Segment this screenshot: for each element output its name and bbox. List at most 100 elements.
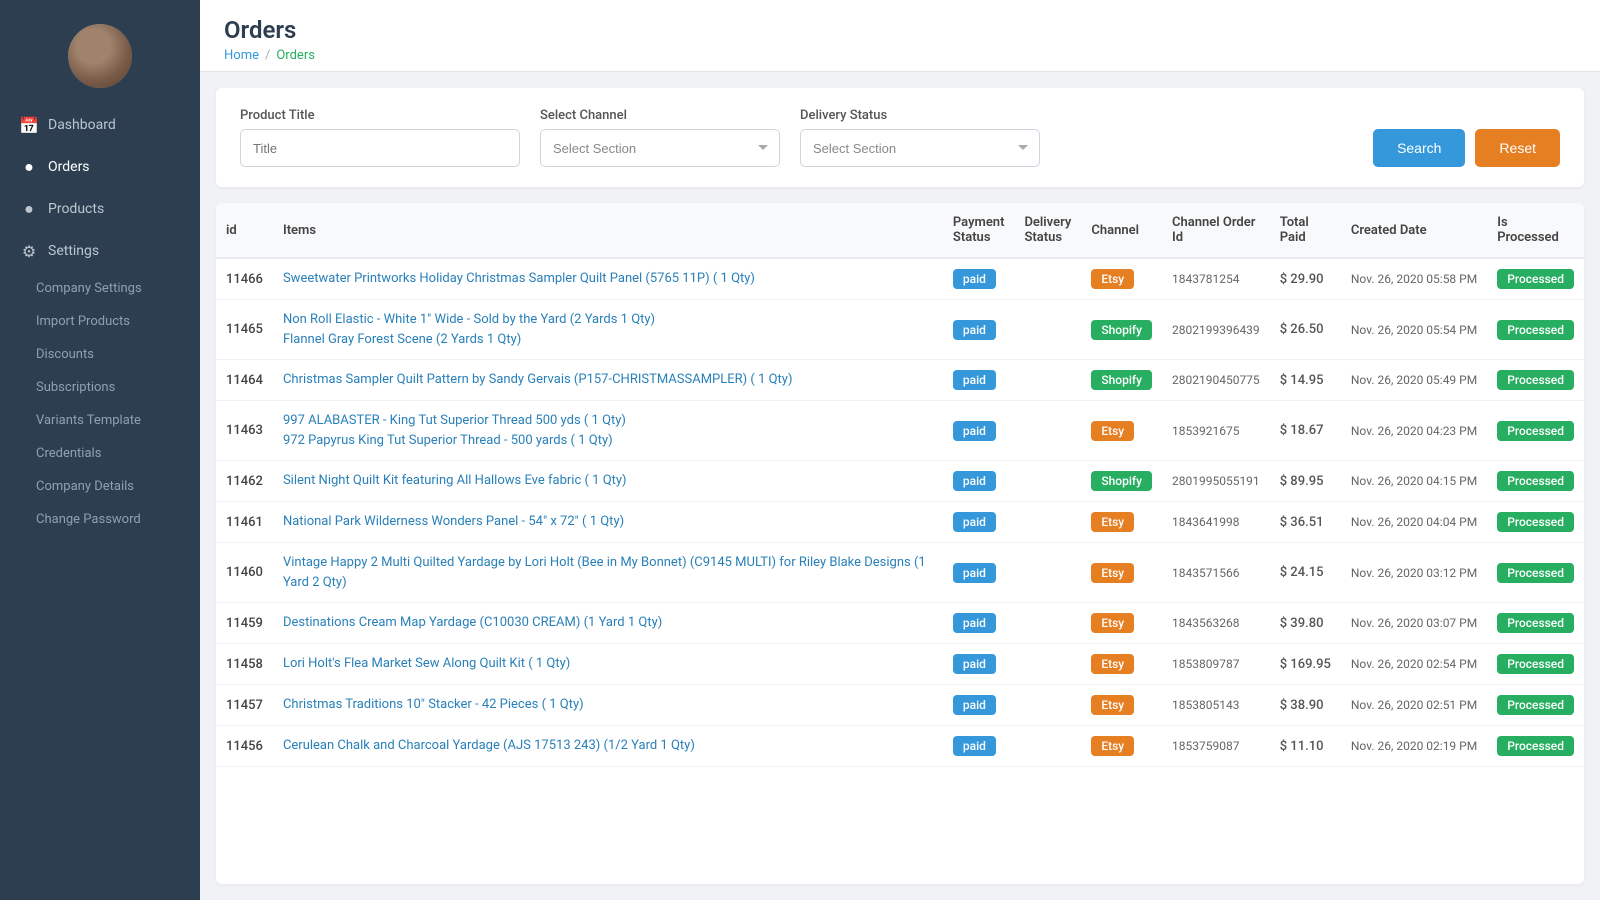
order-item-link[interactable]: Christmas Sampler Quilt Pattern by Sandy… [283,372,793,387]
channel-badge: Etsy [1091,654,1134,674]
order-item-link[interactable]: 972 Papyrus King Tut Superior Thread - 5… [283,433,613,448]
sidebar-item-products-label: Products [48,201,104,217]
payment-badge: paid [953,512,996,532]
order-item-link[interactable]: 997 ALABASTER - King Tut Superior Thread… [283,413,626,428]
breadcrumb-home[interactable]: Home [224,48,259,63]
sidebar-item-company-details[interactable]: Company Details [0,470,200,503]
channel-badge: Etsy [1091,695,1134,715]
reset-button[interactable]: Reset [1475,129,1560,167]
settings-icon: ⚙ [20,242,38,260]
cell-items: Cerulean Chalk and Charcoal Yardage (AJS… [273,726,943,767]
cell-created-date: Nov. 26, 2020 04:23 PM [1341,401,1487,461]
delivery-status-dropdown[interactable]: Select Section [800,129,1040,167]
cell-created-date: Nov. 26, 2020 04:04 PM [1341,502,1487,543]
order-item-link[interactable]: Vintage Happy 2 Multi Quilted Yardage by… [283,555,926,590]
filter-actions: Search Reset [1373,129,1560,167]
table-row: 11458 Lori Holt's Flea Market Sew Along … [216,644,1584,685]
product-title-input[interactable] [240,129,520,167]
order-item-link[interactable]: Cerulean Chalk and Charcoal Yardage (AJS… [283,738,695,753]
cell-total-paid: $ 26.50 [1270,300,1341,360]
order-item-link[interactable]: Christmas Traditions 10" Stacker - 42 Pi… [283,697,584,712]
cell-channel-order-id: 2802199396439 [1162,300,1270,360]
channel-badge: Etsy [1091,736,1134,756]
cell-payment-status: paid [943,258,1015,300]
sidebar-item-discounts[interactable]: Discounts [0,338,200,371]
cell-channel: Etsy [1081,685,1162,726]
payment-badge: paid [953,471,996,491]
sidebar-item-dashboard[interactable]: 📅 Dashboard [0,104,200,146]
table-row: 11461 National Park Wilderness Wonders P… [216,502,1584,543]
order-item-link[interactable]: Non Roll Elastic - White 1" Wide - Sold … [283,312,655,327]
table-row: 11466 Sweetwater Printworks Holiday Chri… [216,258,1584,300]
select-channel-dropdown[interactable]: Select Section [540,129,780,167]
select-channel-label: Select Channel [540,108,780,123]
cell-is-processed: Processed [1487,644,1584,685]
cell-total-paid: $ 11.10 [1270,726,1341,767]
order-item-link[interactable]: Flannel Gray Forest Scene (2 Yards 1 Qty… [283,332,521,347]
cell-channel-order-id: 1853759087 [1162,726,1270,767]
sidebar-item-credentials[interactable]: Credentials [0,437,200,470]
col-header-total-paid: TotalPaid [1270,203,1341,258]
cell-items: Sweetwater Printworks Holiday Christmas … [273,258,943,300]
payment-badge: paid [953,370,996,390]
orders-table-container: id Items PaymentStatus DeliveryStatus Ch… [216,203,1584,884]
sidebar-item-products[interactable]: ● Products [0,188,200,230]
order-item-link[interactable]: Destinations Cream Map Yardage (C10030 C… [283,615,662,630]
sidebar-item-settings[interactable]: ⚙ Settings [0,230,200,272]
search-button[interactable]: Search [1373,129,1465,167]
cell-channel-order-id: 1843571566 [1162,543,1270,603]
breadcrumb-current[interactable]: Orders [276,48,315,63]
cell-payment-status: paid [943,502,1015,543]
processed-badge: Processed [1497,471,1574,491]
cell-channel-order-id: 2801995055191 [1162,461,1270,502]
cell-id: 11462 [216,461,273,502]
sidebar-item-company-settings[interactable]: Company Settings [0,272,200,305]
cell-id: 11464 [216,360,273,401]
table-row: 11463 997 ALABASTER - King Tut Superior … [216,401,1584,461]
cell-delivery-status [1014,360,1081,401]
cell-id: 11457 [216,685,273,726]
processed-badge: Processed [1497,370,1574,390]
sidebar-item-import-products[interactable]: Import Products [0,305,200,338]
cell-channel: Etsy [1081,543,1162,603]
channel-badge: Etsy [1091,613,1134,633]
cell-total-paid: $ 38.90 [1270,685,1341,726]
table-body: 11466 Sweetwater Printworks Holiday Chri… [216,258,1584,767]
order-item-link[interactable]: Sweetwater Printworks Holiday Christmas … [283,271,755,286]
cell-delivery-status [1014,685,1081,726]
cell-created-date: Nov. 26, 2020 02:19 PM [1341,726,1487,767]
cell-is-processed: Processed [1487,401,1584,461]
cell-payment-status: paid [943,360,1015,401]
order-item-link[interactable]: Silent Night Quilt Kit featuring All Hal… [283,473,627,488]
processed-badge: Processed [1497,512,1574,532]
orders-icon: ● [20,158,38,176]
payment-badge: paid [953,654,996,674]
page-title: Orders [224,16,1576,44]
order-item-link[interactable]: National Park Wilderness Wonders Panel -… [283,514,624,529]
cell-id: 11466 [216,258,273,300]
cell-payment-status: paid [943,401,1015,461]
cell-total-paid: $ 89.95 [1270,461,1341,502]
cell-items: Non Roll Elastic - White 1" Wide - Sold … [273,300,943,360]
sidebar-item-settings-label: Settings [48,243,99,259]
cell-total-paid: $ 24.15 [1270,543,1341,603]
sidebar-nav: 📅 Dashboard ● Orders ● Products ⚙ Settin… [0,104,200,900]
cell-created-date: Nov. 26, 2020 02:54 PM [1341,644,1487,685]
table-row: 11462 Silent Night Quilt Kit featuring A… [216,461,1584,502]
cell-delivery-status [1014,502,1081,543]
cell-channel: Etsy [1081,603,1162,644]
table-header: id Items PaymentStatus DeliveryStatus Ch… [216,203,1584,258]
cell-delivery-status [1014,543,1081,603]
sidebar-item-change-password[interactable]: Change Password [0,503,200,536]
processed-badge: Processed [1497,421,1574,441]
sidebar-item-subscriptions[interactable]: Subscriptions [0,371,200,404]
table-row: 11456 Cerulean Chalk and Charcoal Yardag… [216,726,1584,767]
payment-badge: paid [953,563,996,583]
col-header-delivery-status: DeliveryStatus [1014,203,1081,258]
sidebar-item-variants-template[interactable]: Variants Template [0,404,200,437]
cell-delivery-status [1014,258,1081,300]
sidebar-item-orders[interactable]: ● Orders [0,146,200,188]
cell-total-paid: $ 29.90 [1270,258,1341,300]
order-item-link[interactable]: Lori Holt's Flea Market Sew Along Quilt … [283,656,570,671]
cell-id: 11461 [216,502,273,543]
